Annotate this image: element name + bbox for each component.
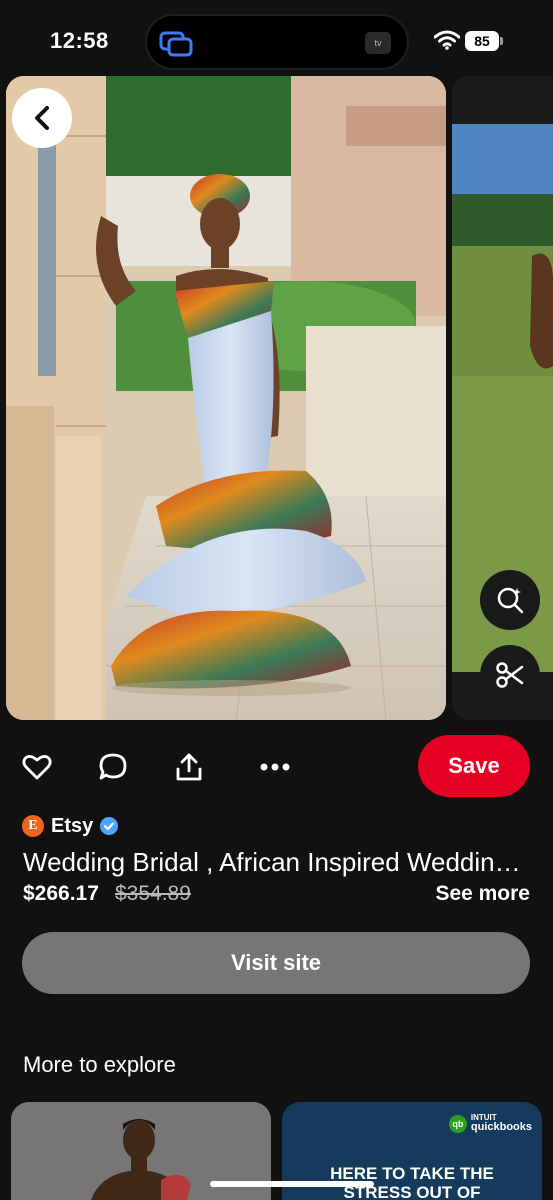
merchant-row[interactable]: E Etsy	[22, 814, 119, 838]
visual-search-icon	[497, 587, 524, 614]
comment-icon	[99, 753, 127, 780]
battery-level: 85	[465, 31, 499, 51]
price-row: $266.17 $354.89 See more	[23, 882, 530, 910]
status-bar: 12:58 tv 85	[0, 0, 553, 80]
more-to-explore-heading: More to explore	[23, 1052, 176, 1077]
status-time: 12:58	[50, 28, 109, 53]
wifi-icon	[434, 30, 460, 50]
battery-indicator: 85	[465, 31, 503, 51]
cutout-button[interactable]	[480, 645, 540, 705]
dynamic-island: tv	[145, 14, 409, 70]
quickbooks-logo: qb INTUIT quickbooks	[448, 1114, 532, 1133]
brand-name-label: quickbooks	[470, 1121, 532, 1133]
verified-badge-icon	[100, 817, 119, 835]
etsy-logo-icon: E	[22, 815, 44, 837]
scissors-icon	[496, 662, 524, 688]
visit-site-button[interactable]: Visit site	[22, 932, 530, 994]
back-button[interactable]	[12, 88, 72, 148]
visual-search-button[interactable]	[480, 570, 540, 630]
more-icon	[260, 763, 290, 771]
current-price: $266.17	[23, 882, 99, 905]
home-indicator[interactable]	[210, 1181, 374, 1187]
product-title: Wedding Bridal , African Inspired Weddin…	[23, 847, 533, 877]
pin-action-row: Save	[0, 735, 553, 799]
like-button[interactable]	[21, 751, 53, 783]
original-price: $354.89	[115, 882, 191, 905]
heart-icon	[22, 755, 52, 780]
pin-image-illustration	[6, 76, 446, 720]
battery-tip	[500, 37, 503, 45]
more-options-button[interactable]	[259, 751, 291, 783]
quickbooks-icon: qb	[448, 1114, 467, 1133]
pin-image[interactable]	[6, 76, 446, 720]
comment-button[interactable]	[97, 751, 129, 783]
see-more-link[interactable]: See more	[435, 882, 530, 906]
apple-tv-icon: tv	[365, 32, 391, 54]
merchant-name: Etsy	[51, 814, 94, 837]
screen-mirroring-icon	[159, 31, 193, 57]
save-button[interactable]: Save	[418, 735, 530, 797]
chevron-left-icon	[35, 106, 49, 130]
share-button[interactable]	[173, 751, 205, 783]
apple-tv-label: tv	[374, 38, 382, 48]
share-icon	[176, 753, 202, 781]
